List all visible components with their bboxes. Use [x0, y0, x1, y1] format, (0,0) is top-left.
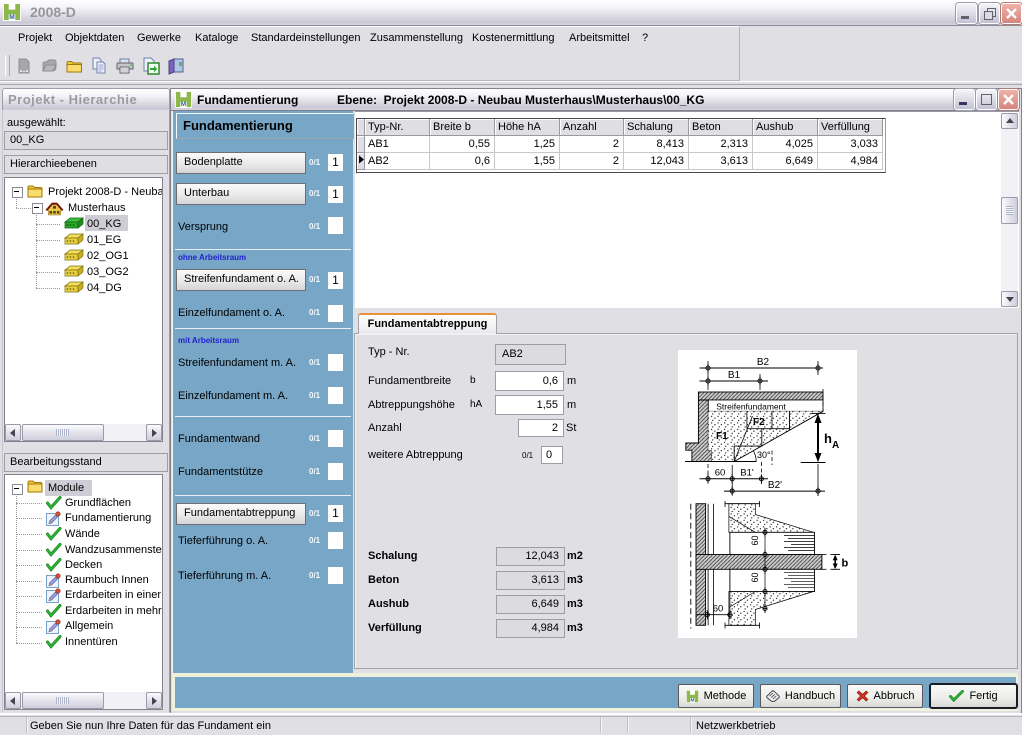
svg-text:60: 60 — [715, 468, 726, 479]
svg-text:b: b — [842, 558, 849, 570]
svg-text:B1': B1' — [740, 468, 754, 479]
svg-text:B2: B2 — [757, 357, 770, 368]
svg-text:A: A — [832, 440, 839, 451]
svg-text:h: h — [824, 431, 832, 446]
svg-text:30°: 30° — [757, 450, 771, 460]
svg-text:60: 60 — [713, 604, 724, 615]
svg-text:F1: F1 — [716, 431, 728, 442]
svg-text:F2: F2 — [753, 417, 765, 428]
svg-text:M: M — [690, 697, 694, 702]
svg-text:B2': B2' — [768, 480, 782, 491]
svg-text:Streifenfundament: Streifenfundament — [716, 402, 786, 412]
svg-text:B1: B1 — [728, 370, 741, 381]
svg-text:60: 60 — [750, 572, 760, 582]
svg-text:60: 60 — [750, 535, 760, 545]
svg-text:M: M — [9, 14, 15, 21]
svg-text:M: M — [181, 101, 186, 108]
